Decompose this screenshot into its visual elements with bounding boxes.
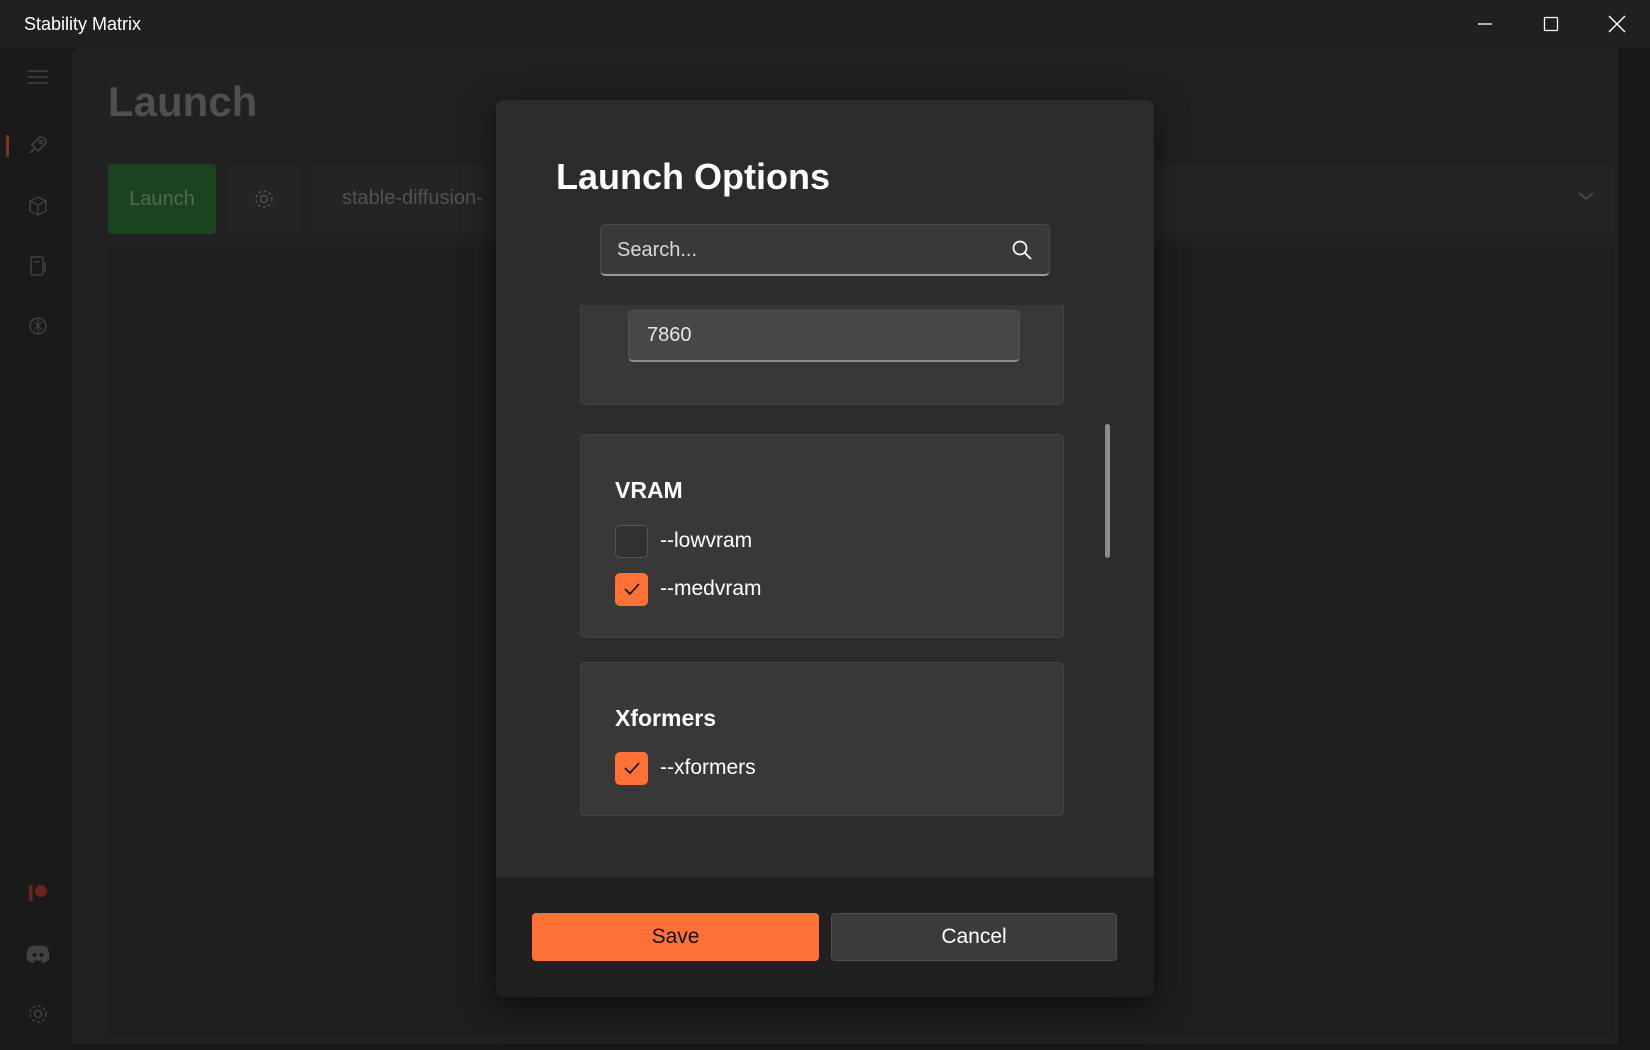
maximize-icon (1543, 16, 1559, 32)
cancel-button[interactable]: Cancel (831, 913, 1117, 961)
app-title: Stability Matrix (24, 14, 142, 34)
option-row-lowvram[interactable]: --lowvram (615, 524, 752, 558)
checkmark-icon (623, 583, 640, 596)
search-input[interactable] (617, 237, 997, 263)
scrollbar-thumb[interactable] (1105, 424, 1110, 558)
lowvram-checkbox[interactable] (615, 524, 648, 558)
search-icon[interactable] (1011, 239, 1033, 261)
minimize-button[interactable] (1452, 0, 1518, 48)
close-button[interactable] (1584, 0, 1650, 48)
title-bar: Stability Matrix (0, 0, 1650, 48)
minimize-icon (1478, 23, 1492, 25)
launch-options-dialog: Launch Options VRAM --lowvram --medvram (496, 100, 1154, 997)
options-scroll-region[interactable]: VRAM --lowvram --medvram Xformers --xfor… (496, 305, 1154, 877)
option-row-xformers[interactable]: --xformers (615, 751, 756, 785)
checkmark-icon (623, 762, 640, 775)
port-input[interactable] (628, 310, 1020, 362)
dialog-footer: Save Cancel (496, 877, 1154, 997)
option-label-medvram: --medvram (660, 577, 762, 600)
section-title-vram: VRAM (615, 477, 683, 503)
vram-option-card: VRAM --lowvram --medvram (580, 434, 1064, 638)
port-option-card (580, 305, 1064, 405)
save-button[interactable]: Save (532, 913, 819, 961)
close-icon (1608, 15, 1626, 33)
xformers-checkbox[interactable] (615, 751, 648, 785)
dialog-title: Launch Options (556, 156, 830, 197)
option-label-xformers: --xformers (660, 756, 756, 779)
section-title-xformers: Xformers (615, 705, 716, 731)
option-row-medvram[interactable]: --medvram (615, 572, 762, 606)
maximize-button[interactable] (1518, 0, 1584, 48)
xformers-option-card: Xformers --xformers (580, 662, 1064, 816)
option-label-lowvram: --lowvram (660, 529, 753, 552)
medvram-checkbox[interactable] (615, 572, 648, 606)
search-box (600, 224, 1050, 276)
